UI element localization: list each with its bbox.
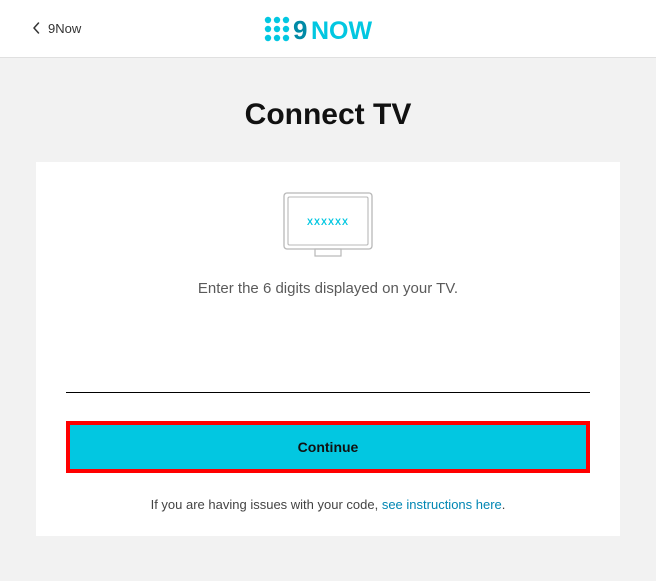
logo-text: NOW	[311, 17, 373, 44]
code-input[interactable]	[66, 321, 590, 393]
brand-logo: 9 NOW	[263, 14, 393, 44]
help-link[interactable]: see instructions here	[382, 497, 502, 512]
help-suffix: .	[502, 497, 506, 512]
tv-icon: XXXXXX	[66, 192, 590, 260]
chevron-left-icon	[32, 21, 40, 37]
page-title: Connect TV	[36, 98, 620, 132]
tv-placeholder-text: XXXXXX	[307, 217, 349, 227]
continue-button[interactable]: Continue	[70, 425, 586, 469]
help-text: If you are having issues with your code,…	[66, 497, 590, 512]
back-label: 9Now	[48, 21, 81, 36]
main-content: Connect TV XXXXXX Enter the 6 digits dis…	[0, 58, 656, 536]
continue-highlight: Continue	[66, 421, 590, 473]
svg-text:9: 9	[293, 15, 307, 44]
help-prefix: If you are having issues with your code,	[151, 497, 382, 512]
connect-card: XXXXXX Enter the 6 digits displayed on y…	[36, 162, 620, 536]
instruction-text: Enter the 6 digits displayed on your TV.	[66, 280, 590, 297]
back-button[interactable]: 9Now	[0, 21, 81, 37]
app-header: 9Now 9 NOW	[0, 0, 656, 58]
